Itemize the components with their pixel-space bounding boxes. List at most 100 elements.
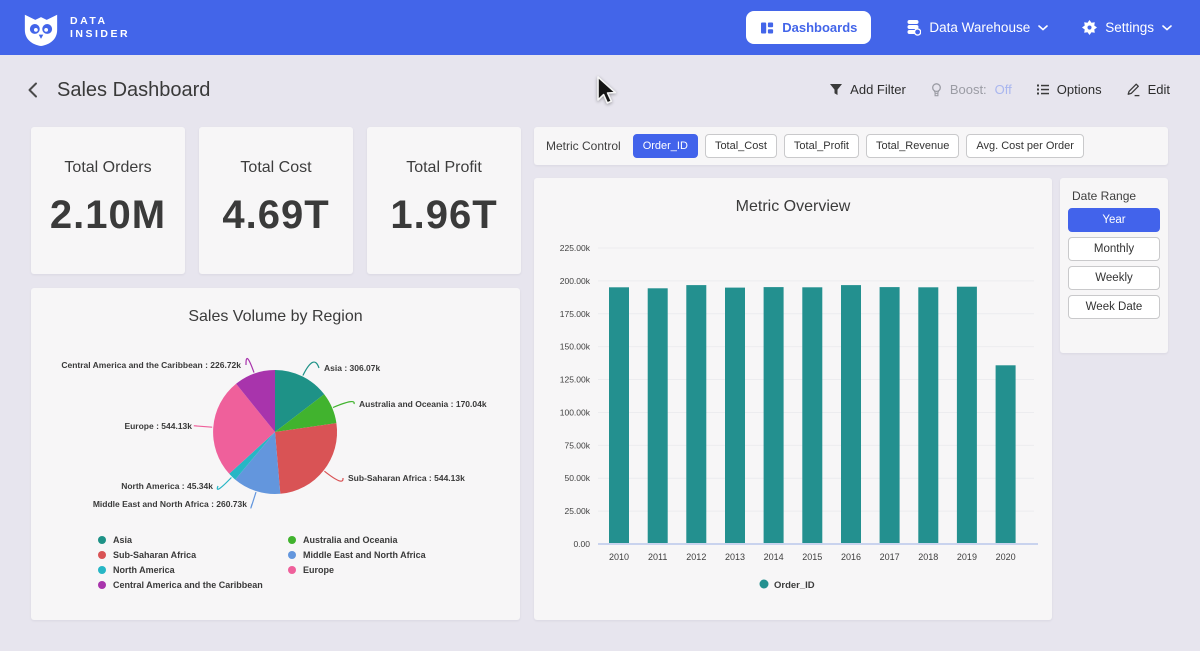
back-button[interactable]: [24, 80, 44, 103]
kpi-card-total-orders: Total Orders2.10M: [31, 127, 185, 274]
y-axis-tick-label: 50.00k: [564, 473, 590, 483]
y-axis-tick-label: 0.00: [573, 539, 590, 549]
metric-control-buttons: Order_ID Total_Cost Total_Profit Total_Reve…: [633, 134, 1084, 158]
date-range-option-monthly[interactable]: Monthly: [1068, 237, 1160, 261]
bar-2018[interactable]: [918, 287, 938, 544]
y-axis-tick-label: 25.00k: [564, 506, 590, 516]
bar-2016[interactable]: [841, 285, 861, 544]
legend-label: Middle East and North Africa: [303, 550, 426, 560]
settings-label: Settings: [1105, 20, 1154, 35]
x-axis-label-2018: 2018: [918, 552, 938, 562]
filter-funnel-icon: [829, 83, 843, 96]
mouse-cursor: [597, 76, 619, 108]
date-range-option-week-date[interactable]: Week Date: [1068, 295, 1160, 319]
date-range-option-weekly[interactable]: Weekly: [1068, 266, 1160, 290]
options-list-icon: [1036, 83, 1050, 96]
legend-item-australia-and-oceania[interactable]: Australia and Oceania: [288, 532, 426, 547]
dashboards-button[interactable]: Dashboards: [746, 11, 871, 44]
bar-2014[interactable]: [764, 287, 784, 544]
metric-control-label: Metric Control: [546, 139, 621, 153]
legend-item-asia[interactable]: Asia: [98, 532, 288, 547]
x-axis-label-2019: 2019: [957, 552, 977, 562]
boost-value: Off: [995, 82, 1012, 97]
bar-legend-dot[interactable]: [760, 580, 769, 589]
date-range-label: Date Range: [1072, 189, 1168, 203]
x-axis-label-2017: 2017: [880, 552, 900, 562]
date-range-card: Date Range Year Monthly Weekly Week Date: [1060, 178, 1168, 353]
legend-item-europe[interactable]: Europe: [288, 562, 426, 577]
bar-2012[interactable]: [686, 285, 706, 544]
metric-option-avg-cost-per-order[interactable]: Avg. Cost per Order: [966, 134, 1084, 158]
brand-logo: DATA INSIDER: [22, 9, 130, 47]
y-axis-tick-label: 200.00k: [560, 276, 591, 286]
x-axis-label-2014: 2014: [764, 552, 784, 562]
add-filter-label: Add Filter: [850, 82, 906, 97]
x-axis-label-2020: 2020: [996, 552, 1016, 562]
bar-2011[interactable]: [648, 288, 668, 544]
bar-2013[interactable]: [725, 288, 745, 544]
pie-callout-line: [251, 492, 256, 508]
legend-item-middle-east-and-north-africa[interactable]: Middle East and North Africa: [288, 547, 426, 562]
chevron-down-icon: [1038, 25, 1048, 31]
x-axis-label-2011: 2011: [648, 552, 667, 562]
bar-2017[interactable]: [880, 287, 900, 544]
add-filter-button[interactable]: Add Filter: [829, 82, 906, 97]
legend-item-north-america[interactable]: North America: [98, 562, 288, 577]
pie-slice-sub-saharan-africa[interactable]: [275, 423, 337, 494]
kpi-value: 4.69T: [222, 193, 329, 238]
bar-legend-label[interactable]: Order_ID: [774, 580, 815, 591]
pie-callout-line: [217, 478, 231, 490]
metric-option-total-revenue[interactable]: Total_Revenue: [866, 134, 959, 158]
dashboards-label: Dashboards: [782, 20, 857, 35]
bar-2020[interactable]: [996, 365, 1016, 544]
options-button[interactable]: Options: [1036, 82, 1102, 97]
bar-2010[interactable]: [609, 287, 629, 544]
bar-2019[interactable]: [957, 287, 977, 544]
bar-2015[interactable]: [802, 287, 822, 544]
legend-label: Sub-Saharan Africa: [113, 550, 196, 560]
page-title: Sales Dashboard: [57, 79, 210, 102]
edit-label: Edit: [1148, 82, 1170, 97]
kpi-value: 1.96T: [390, 193, 497, 238]
metric-option-total-profit[interactable]: Total_Profit: [784, 134, 859, 158]
x-axis-label-2012: 2012: [686, 552, 706, 562]
legend-dot: [288, 536, 296, 544]
legend-dot: [288, 566, 296, 574]
edit-pencil-icon: [1126, 82, 1141, 97]
metric-option-total-cost[interactable]: Total_Cost: [705, 134, 777, 158]
date-range-option-year[interactable]: Year: [1068, 208, 1160, 232]
sales-volume-card: Sales Volume by Region Asia : 306.07kAus…: [31, 288, 520, 620]
legend-item-central-america-and-the-caribbean[interactable]: Central America and the Caribbean: [98, 577, 288, 592]
legend-item-sub-saharan-africa[interactable]: Sub-Saharan Africa: [98, 547, 288, 562]
y-axis-tick-label: 100.00k: [560, 407, 591, 417]
y-axis-tick-label: 150.00k: [560, 342, 591, 352]
dashboard-grid-icon: [760, 21, 774, 35]
x-axis-label-2016: 2016: [841, 552, 861, 562]
pie-callout-label-sub-saharan-africa: Sub-Saharan Africa : 544.13k: [348, 473, 465, 483]
kpi-card-total-cost: Total Cost4.69T: [199, 127, 353, 274]
bar-chart: 0.0025.00k50.00k75.00k100.00k125.00k150.…: [534, 178, 1052, 620]
x-axis-label-2015: 2015: [802, 552, 822, 562]
brand-name-line2: INSIDER: [70, 28, 130, 41]
app: DATA INSIDER Dashboards D: [0, 0, 1200, 651]
y-axis-tick-label: 175.00k: [560, 309, 591, 319]
pie-callout-label-europe: Europe : 544.13k: [124, 421, 192, 431]
settings-menu[interactable]: Settings: [1082, 20, 1172, 35]
legend-label: Central America and the Caribbean: [113, 580, 263, 590]
legend-dot: [98, 551, 106, 559]
pie-callout-label-australia-and-oceania: Australia and Oceania : 170.04k: [359, 399, 487, 409]
edit-button[interactable]: Edit: [1126, 82, 1170, 97]
pie-callout-label-asia: Asia : 306.07k: [324, 363, 381, 373]
data-warehouse-label: Data Warehouse: [929, 20, 1030, 35]
pie-callout-label-middle-east-and-north-africa: Middle East and North Africa : 260.73k: [93, 499, 247, 509]
pie-callout-line: [303, 362, 319, 375]
boost-toggle[interactable]: Boost: Off: [930, 82, 1012, 97]
legend-label: Australia and Oceania: [303, 535, 398, 545]
metric-option-order-id[interactable]: Order_ID: [633, 134, 698, 158]
metric-control-card: Metric Control Order_ID Total_Cost Total_P…: [534, 127, 1168, 165]
pie-callout-label-central-america-and-the-caribbean: Central America and the Caribbean : 226.…: [61, 360, 241, 370]
boost-balloon-icon: [930, 83, 943, 97]
boost-label: Boost:: [950, 82, 987, 97]
legend-label: North America: [113, 565, 175, 575]
data-warehouse-menu[interactable]: Data Warehouse: [905, 19, 1048, 36]
